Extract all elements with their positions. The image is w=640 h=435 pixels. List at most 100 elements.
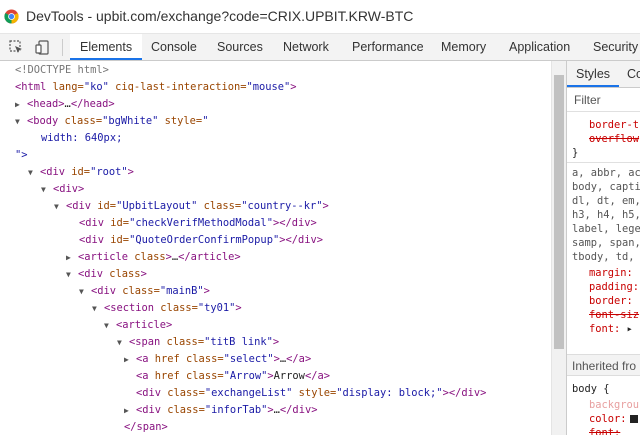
attr-name: class= (116, 285, 160, 297)
toolbar-divider (62, 39, 63, 56)
attr-value: "UpbitLayout" (116, 200, 198, 212)
style-prop[interactable]: font: (589, 426, 620, 435)
collapse-arrow-icon[interactable]: ▼ (79, 283, 91, 300)
dom-scrollbar[interactable] (551, 61, 566, 435)
attr-value: "bgWhite" (102, 115, 159, 127)
inspect-element-icon[interactable] (7, 38, 25, 56)
dom-node-div-mainb[interactable]: ▼ <div class="mainB"> (79, 283, 210, 300)
attr-name: id= (104, 234, 130, 246)
tab-memory[interactable]: Memory (431, 34, 496, 60)
dom-node-a-select[interactable]: ▶ <a href class="select">…</a> (124, 351, 311, 368)
tag-end: > (290, 81, 297, 93)
dom-node-div-quoteorder[interactable]: <div id="QuoteOrderConfirmPopup"></div> (79, 232, 323, 249)
dom-node-div-infortab[interactable]: ▶ <div class="inforTab">…</div> (124, 402, 317, 419)
devtools-toolbar: Elements Console Sources Network Perform… (0, 34, 640, 61)
collapse-arrow-icon[interactable]: ▼ (28, 164, 40, 181)
expand-arrow-icon[interactable]: ▶ (124, 351, 136, 368)
style-prop[interactable]: font: ▸ (589, 322, 633, 336)
tag-open: <article (78, 251, 129, 263)
window-title: DevTools - upbit.com/exchange?code=CRIX.… (26, 8, 414, 24)
tag-close: </head> (70, 98, 115, 110)
style-prop[interactable]: backgrou (589, 398, 639, 412)
tab-application[interactable]: Application (499, 34, 580, 60)
attr-name: ciq-last-interaction= (108, 81, 247, 93)
window-titlebar: DevTools - upbit.com/exchange?code=CRIX.… (0, 0, 640, 34)
dom-node-div[interactable]: ▼ <div> (41, 181, 84, 198)
tab-console[interactable]: Console (141, 34, 207, 60)
selector-text: samp, span, (572, 237, 640, 249)
tab-performance[interactable]: Performance (342, 34, 434, 60)
styles-filter-input[interactable]: Filter (567, 88, 640, 112)
dom-node-doctype[interactable]: <!DOCTYPE html> (15, 62, 109, 79)
collapse-arrow-icon[interactable]: ▼ (41, 181, 53, 198)
collapse-arrow-icon[interactable]: ▼ (15, 113, 27, 130)
dom-node-div-exchangelist[interactable]: <div class="exchangeList" style="display… (136, 385, 486, 402)
dom-node-div-upbitlayout[interactable]: ▼ <div id="UpbitLayout" class="country--k… (54, 198, 329, 215)
dom-node-head[interactable]: ▶ <head>…</head> (15, 96, 115, 113)
tag-end: ></div> (279, 234, 323, 246)
style-prop[interactable]: margin: (589, 266, 633, 280)
attr-value: "ko" (83, 81, 109, 93)
tag-open: <div (79, 234, 105, 246)
tag-end: ></div> (442, 387, 487, 399)
tag-close: </a> (286, 353, 312, 365)
style-prop[interactable]: font-siz (589, 308, 639, 322)
dom-node-div-class[interactable]: ▼ <div class> (66, 266, 147, 283)
selector-text: tbody, td, (572, 251, 635, 263)
dom-node-section-ty01[interactable]: ▼ <section class="ty01"> (92, 300, 242, 317)
selector-text: a, abbr, ac (572, 167, 640, 179)
attr-name: style= (292, 387, 337, 399)
collapse-arrow-icon[interactable]: ▼ (117, 334, 129, 351)
dom-node-div-checkverif[interactable]: <div id="checkVerifMethodModal"></div> (79, 215, 317, 232)
expand-arrow-icon[interactable]: ▶ (124, 402, 136, 419)
prop-name: border-t (589, 119, 640, 131)
tab-elements[interactable]: Elements (70, 34, 143, 60)
rule-selector: h3, h4, h5, (572, 208, 640, 222)
prop-name: margin: (589, 267, 633, 279)
tab-sources[interactable]: Sources (207, 34, 273, 60)
styles-pane: Styles Co Filter border-t overflow } a, … (566, 61, 640, 435)
style-prop[interactable]: border: (589, 294, 633, 308)
attr-value: "root" (90, 166, 128, 178)
dom-scrollbar-thumb[interactable] (554, 75, 564, 349)
expand-arrow-icon[interactable]: ▸ (620, 323, 633, 335)
dom-node-div-root[interactable]: ▼ <div id="root"> (28, 164, 134, 181)
attr-name: href class= (148, 353, 224, 365)
dom-node-article-collapsed[interactable]: ▶ <article class>…</article> (66, 249, 241, 266)
tag-end: ></div> (272, 217, 317, 229)
attr-name: class (103, 268, 141, 280)
attr-value: "select" (223, 353, 274, 365)
styles-tabbar: Styles Co (567, 61, 640, 88)
dom-node-html[interactable]: <html lang="ko" ciq-last-interaction="mo… (15, 79, 297, 96)
collapse-arrow-icon[interactable]: ▼ (104, 317, 116, 334)
device-toolbar-icon[interactable] (33, 38, 51, 56)
tag-open: <div (66, 200, 92, 212)
tag-open: <span (129, 336, 161, 348)
tab-styles[interactable]: Styles (567, 61, 620, 87)
doctype-text: <!DOCTYPE html> (15, 64, 109, 76)
dom-node-article[interactable]: ▼ <article> (104, 317, 172, 334)
dom-node-span-titb[interactable]: ▼ <span class="titB link"> (117, 334, 279, 351)
attr-value: "country--kr" (241, 200, 323, 212)
style-prop[interactable]: overflow (589, 132, 639, 146)
tag-end: > (235, 302, 242, 314)
tab-security[interactable]: Security (583, 34, 640, 60)
tab-network[interactable]: Network (273, 34, 339, 60)
color-swatch-icon[interactable] (629, 415, 638, 423)
inherited-from-header: Inherited fro (567, 354, 640, 376)
attr-name: class= (58, 115, 103, 127)
prop-name: font: (589, 323, 621, 335)
attr-value: "ty01" (197, 302, 236, 314)
expand-arrow-icon[interactable]: ▶ (66, 249, 78, 266)
tab-computed[interactable]: Co (627, 61, 640, 87)
expand-arrow-icon[interactable]: ▶ (15, 96, 27, 113)
collapse-arrow-icon[interactable]: ▼ (66, 266, 78, 283)
collapse-arrow-icon[interactable]: ▼ (92, 300, 104, 317)
collapse-arrow-icon[interactable]: ▼ (54, 198, 66, 215)
dom-node-body[interactable]: ▼ <body class="bgWhite" style=" (15, 113, 208, 130)
dom-node-a-arrow[interactable]: <a href class="Arrow">Arrow</a> (136, 368, 330, 385)
style-prop[interactable]: padding: (589, 280, 639, 294)
style-prop[interactable]: border-t (589, 118, 639, 132)
style-prop[interactable]: color: (589, 412, 638, 426)
dom-node-span-close[interactable]: </span> (124, 419, 168, 435)
